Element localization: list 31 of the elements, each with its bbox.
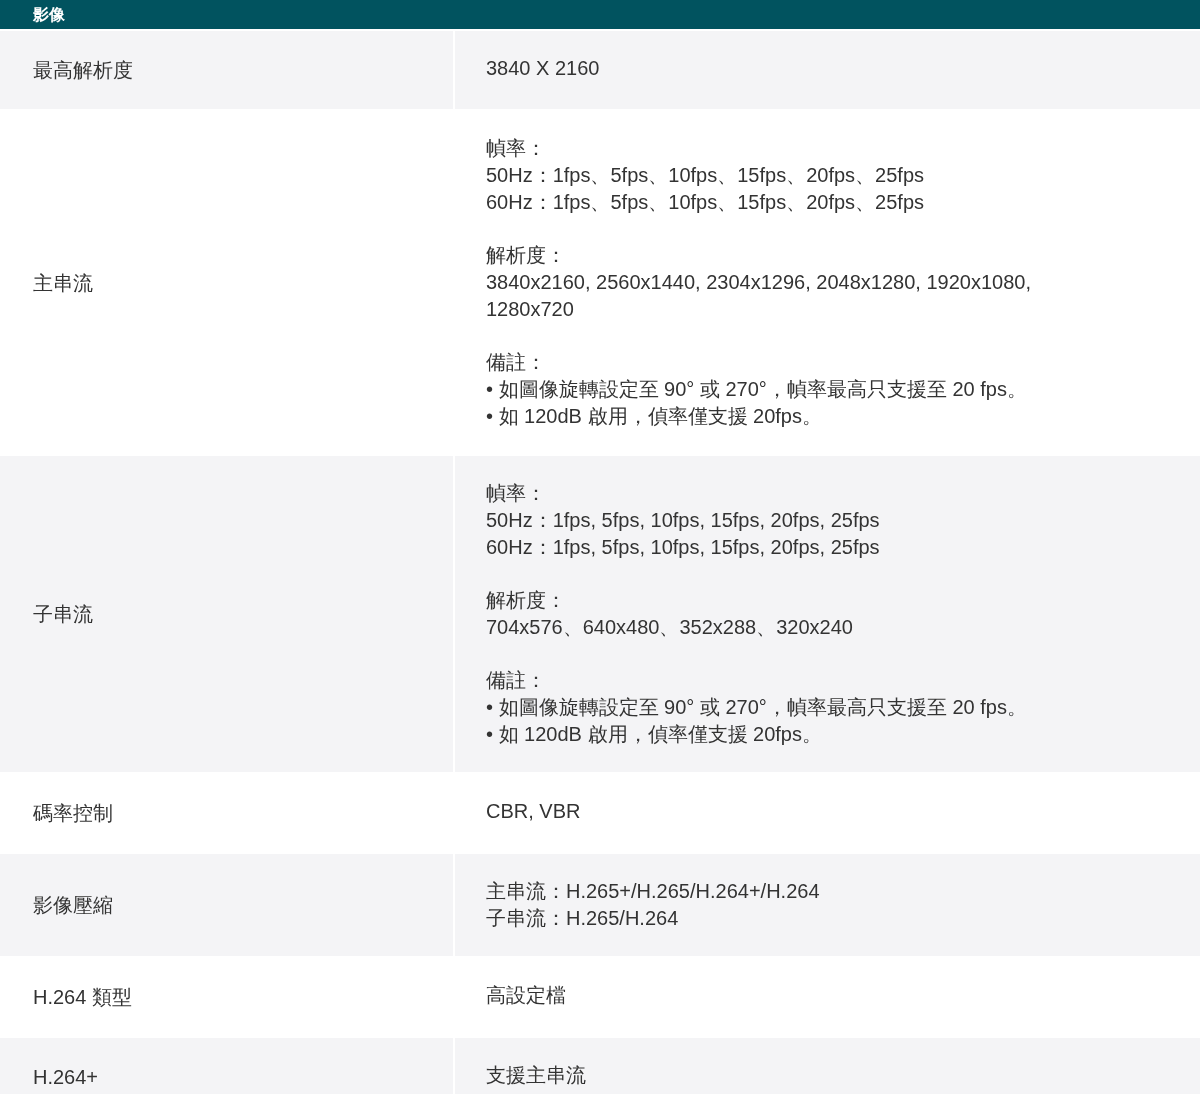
spec-value: 解析度： xyxy=(486,589,566,611)
spec-label: H.264+ xyxy=(33,1065,99,1090)
spec-value: 50Hz：1fps, 5fps, 10fps, 15fps, 20fps, 25fps xyxy=(486,509,880,531)
spec-value: 高設定檔 xyxy=(486,984,566,1006)
spec-label: 子串流 xyxy=(33,602,93,627)
spec-value: • 如 120dB 啟用，偵率僅支援 20fps。 xyxy=(486,723,822,745)
spec-value: 60Hz：1fps, 5fps, 10fps, 15fps, 20fps, 25fps xyxy=(486,536,880,558)
spec-label: 最高解析度 xyxy=(33,58,133,83)
spec-value: • 如 120dB 啟用，偵率僅支援 20fps。 xyxy=(486,405,822,427)
spec-value: 支援主串流 xyxy=(486,1064,586,1086)
spec-value: 3840 X 2160 xyxy=(486,57,600,79)
spec-value: 60Hz：1fps、5fps、10fps、15fps、20fps、25fps xyxy=(486,191,924,213)
spec-value: CBR, VBR xyxy=(486,800,581,822)
spec-label: 影像壓縮 xyxy=(33,893,113,918)
spec-value: 704x576、640x480、352x288、320x240 xyxy=(486,616,853,638)
spec-value: 幀率： xyxy=(486,482,546,504)
spec-value: 50Hz：1fps、5fps、10fps、15fps、20fps、25fps xyxy=(486,164,924,186)
spec-value: 幀率： xyxy=(486,137,546,159)
spec-label: 主串流 xyxy=(33,270,93,296)
spec-value: 子串流：H.265/H.264 xyxy=(486,907,679,929)
spec-label: 碼率控制 xyxy=(33,801,113,826)
spec-value: • 如圖像旋轉設定至 90° 或 270°，幀率最高只支援至 20 fps。 xyxy=(486,378,1027,400)
spec-value: 1280x720 xyxy=(486,298,574,320)
spec-value: 備註： xyxy=(486,669,546,691)
spec-value: 備註： xyxy=(486,351,546,373)
spec-value: 主串流：H.265+/H.265/H.264+/H.264 xyxy=(486,880,820,902)
spec-value: 解析度： xyxy=(486,244,566,266)
spec-label: H.264 類型 xyxy=(33,985,132,1010)
spec-value: 3840x2160, 2560x1440, 2304x1296, 2048x1280, 1920x1080, xyxy=(486,271,1031,293)
spec-value: • 如圖像旋轉設定至 90° 或 270°，幀率最高只支援至 20 fps。 xyxy=(486,696,1027,718)
section-header: 影像 xyxy=(0,0,1200,29)
